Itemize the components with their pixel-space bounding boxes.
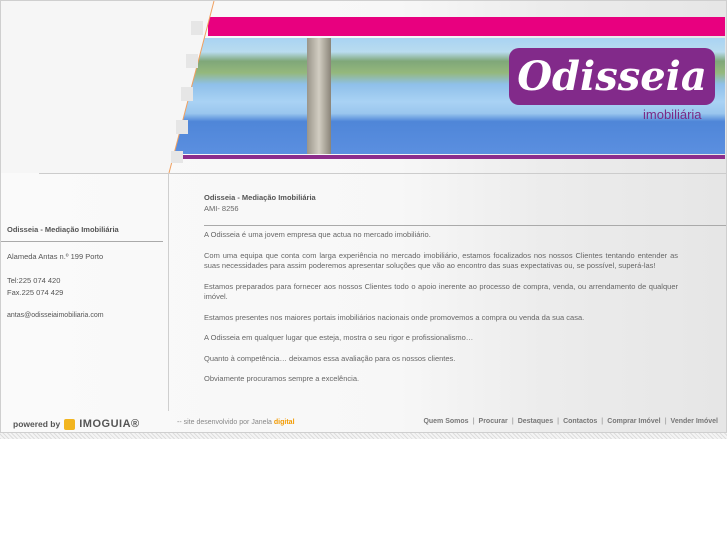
- powered-by-label: powered by: [13, 419, 61, 429]
- separator: |: [557, 418, 560, 425]
- page-frame: Odisseia imobiliária Odisseia - Mediação…: [0, 0, 727, 433]
- ami-number: AMI- 8256: [204, 203, 239, 213]
- logo-subtitle: imobiliária: [643, 107, 702, 122]
- footer: powered by IMOGUIA® -- site desenvolvido…: [1, 411, 726, 432]
- developer-credit[interactable]: -- site desenvolvido por Janela digital: [177, 419, 295, 426]
- nav-procurar[interactable]: Procurar: [479, 418, 508, 425]
- sidebar-contacts: Odisseia - Mediação Imobiliária Alameda …: [1, 225, 163, 319]
- paragraph: A Odisseia em qualquer lugar que esteja,…: [204, 333, 474, 342]
- divider: [39, 173, 726, 174]
- nav-vender-imovel[interactable]: Vender Imóvel: [671, 418, 718, 425]
- divider: [204, 225, 726, 226]
- powered-by-imoguia[interactable]: powered by IMOGUIA®: [13, 418, 140, 430]
- main-content: Odisseia - Mediação Imobiliária AMI- 825…: [204, 193, 726, 395]
- nav-comprar-imovel[interactable]: Comprar Imóvel: [607, 418, 660, 425]
- telephone: Tel:225 074 420: [7, 276, 61, 285]
- house-icon: [64, 418, 76, 430]
- odisseia-logo[interactable]: Odisseia: [509, 48, 715, 105]
- email-link[interactable]: antas@odisseiaimobiliaria.com: [7, 312, 163, 319]
- separator: |: [511, 418, 514, 425]
- footer-hatch: [0, 433, 727, 439]
- paragraph: Estamos preparados para fornecer aos nos…: [204, 281, 678, 302]
- footer-nav: Quem Somos | Procurar | Destaques | Contact…: [423, 418, 718, 425]
- fax: Fax.225 074 429: [7, 288, 64, 297]
- imoguia-logo: IMOGUIA®: [79, 418, 140, 430]
- separator: |: [664, 418, 667, 425]
- nav-quem-somos[interactable]: Quem Somos: [423, 418, 468, 425]
- paragraph: Estamos presentes nos maiores portais im…: [204, 312, 585, 322]
- paragraph: Obviamente procuramos sempre a excelênci…: [204, 374, 360, 383]
- developer-prefix: -- site desenvolvido por Janela: [177, 419, 272, 426]
- separator: |: [601, 418, 604, 425]
- divider: [168, 174, 169, 411]
- sidebar-title: Odisseia - Mediação Imobiliária: [7, 225, 119, 234]
- separator: |: [472, 418, 475, 425]
- paragraph: Com uma equipa que conta com larga exper…: [204, 250, 678, 271]
- paragraph: Quanto à competência… deixamos essa aval…: [204, 353, 456, 363]
- divider: [1, 241, 163, 242]
- developer-brand: digital: [273, 419, 295, 426]
- header-banner: Odisseia imobiliária: [1, 1, 726, 173]
- nav-contactos[interactable]: Contactos: [563, 418, 597, 425]
- page-title: Odisseia - Mediação Imobiliária: [204, 193, 316, 202]
- nav-destaques[interactable]: Destaques: [518, 418, 553, 425]
- address: Alameda Antas n.º 199 Porto: [7, 252, 104, 261]
- paragraph: A Odisseia é uma jovem empresa que actua…: [204, 230, 431, 239]
